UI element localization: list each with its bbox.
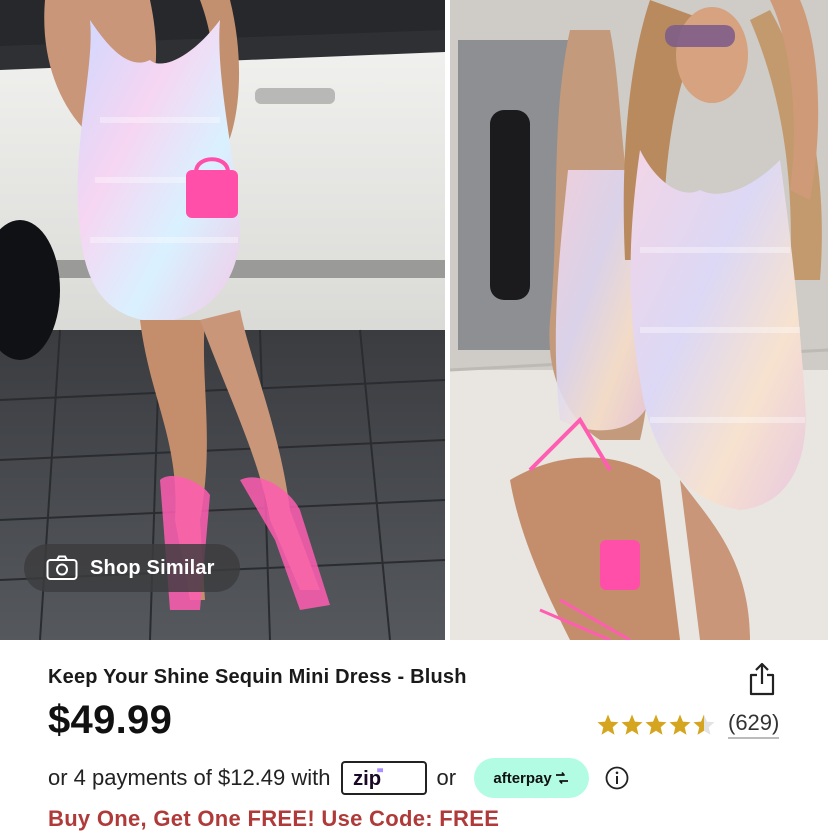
star-full-icon xyxy=(621,714,643,735)
shop-similar-label: Shop Similar xyxy=(90,556,215,579)
star-full-icon xyxy=(669,714,691,735)
afterpay-label: afterpay xyxy=(493,769,552,787)
review-count-link[interactable]: (629) xyxy=(728,710,780,739)
share-icon[interactable] xyxy=(748,662,776,696)
zip-logo: zip xyxy=(353,768,383,789)
shop-similar-button[interactable]: Shop Similar xyxy=(24,544,240,592)
star-full-icon xyxy=(597,714,619,735)
camera-icon xyxy=(46,555,78,580)
star-full-icon xyxy=(645,714,667,735)
installment-text: or 4 payments of $12.49 with xyxy=(48,765,331,790)
payment-separator: or xyxy=(436,765,457,790)
product-image-gallery[interactable]: Shop Similar xyxy=(0,0,828,640)
promo-banner[interactable]: Buy One, Get One FREE! Use Code: FREE xyxy=(48,806,499,832)
info-icon[interactable] xyxy=(605,766,629,790)
product-image-2[interactable] xyxy=(450,0,828,640)
zip-logo-text: zip xyxy=(353,768,381,789)
product-title: Keep Your Shine Sequin Mini Dress - Blus… xyxy=(48,666,467,688)
product-price: $49.99 xyxy=(48,698,173,742)
afterpay-arrows-icon xyxy=(555,771,568,785)
afterpay-button[interactable]: afterpay xyxy=(474,758,590,798)
star-half-icon xyxy=(693,714,715,735)
installment-payments: or 4 payments of $12.49 with zip or afte… xyxy=(48,758,629,798)
model-photo-mirror xyxy=(450,0,828,640)
product-info-panel: Keep Your Shine Sequin Mini Dress - Blus… xyxy=(0,640,828,831)
star-rating xyxy=(596,713,716,737)
rating-summary[interactable]: (629) xyxy=(596,710,780,739)
zip-button[interactable]: zip xyxy=(340,761,427,795)
